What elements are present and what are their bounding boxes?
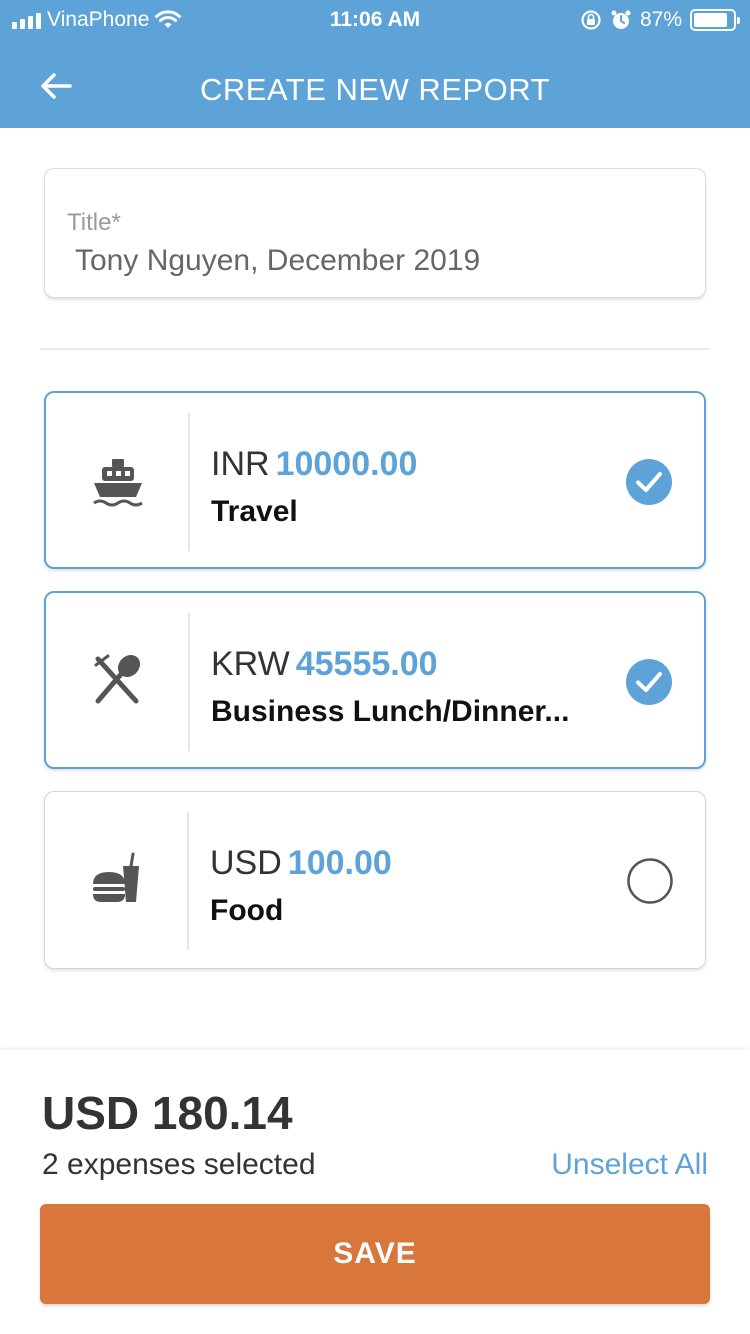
card-separator — [188, 613, 190, 751]
unchecked-icon[interactable] — [627, 858, 673, 904]
save-button[interactable]: SAVE — [40, 1204, 710, 1304]
checked-icon[interactable] — [626, 459, 672, 505]
app-header: VinaPhone 11:06 AM 87% CREATE NEW REPORT — [0, 0, 750, 128]
expense-category: Travel — [211, 495, 298, 528]
burger-drink-icon — [93, 852, 139, 902]
page-title: CREATE NEW REPORT — [199, 72, 551, 107]
summary-footer: USD 180.14 2 expenses selected Unselect … — [0, 1050, 750, 1334]
title-label: Title* — [67, 209, 121, 236]
expense-amount: KRW 45555.00 — [211, 645, 438, 684]
card-separator — [187, 812, 189, 950]
expense-amount: INR 10000.00 — [211, 445, 417, 484]
checked-icon[interactable] — [626, 659, 672, 705]
total-amount: USD 180.14 — [42, 1087, 293, 1139]
expense-currency: USD — [210, 844, 282, 882]
divider — [40, 348, 710, 350]
title-field[interactable]: Title* — [44, 168, 706, 298]
unselect-all-link[interactable]: Unselect All — [551, 1148, 708, 1182]
title-input[interactable] — [75, 241, 675, 281]
ship-icon — [93, 459, 143, 507]
status-bar: VinaPhone 11:06 AM 87% — [0, 0, 750, 40]
expense-value: 45555.00 — [295, 645, 438, 683]
expense-currency: INR — [211, 445, 270, 483]
card-separator — [188, 413, 190, 551]
expense-value: 100.00 — [287, 844, 392, 882]
expense-amount: USD 100.00 — [210, 844, 392, 883]
battery-icon — [690, 9, 740, 31]
expense-category: Food — [210, 894, 284, 927]
fork-spoon-icon — [94, 654, 141, 704]
rotation-lock-icon — [581, 10, 601, 30]
expense-category: Business Lunch/Dinner... — [211, 695, 570, 728]
expense-card-business-lunch[interactable]: KRW 45555.00 Business Lunch/Dinner... — [44, 591, 706, 769]
selected-count: 2 expenses selected — [42, 1148, 316, 1181]
expense-card-travel[interactable]: INR 10000.00 Travel — [44, 391, 706, 569]
battery-percent: 87% — [639, 8, 682, 31]
alarm-icon — [611, 10, 631, 29]
battery-fill — [694, 13, 728, 27]
expense-value: 10000.00 — [275, 445, 418, 483]
expense-currency: KRW — [211, 645, 290, 683]
expense-card-food[interactable]: USD 100.00 Food — [44, 791, 706, 969]
